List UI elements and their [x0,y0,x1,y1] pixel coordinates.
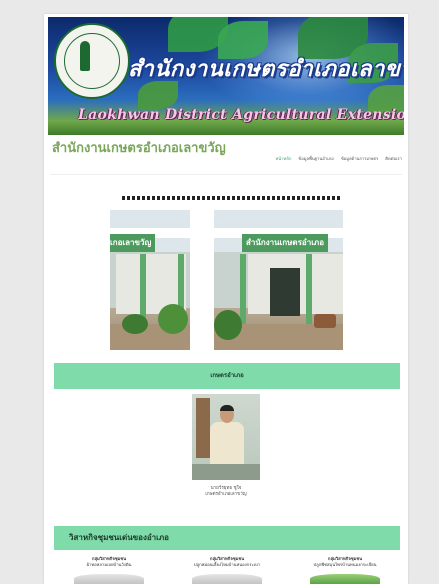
portrait-floor [192,464,260,480]
nav-item-agriculture-info[interactable]: ข้อมูลด้านการเกษตร [341,155,378,162]
banner-thai-title: สำนักงานเกษตรอำเภอเลาขวัญ [128,56,404,82]
photo-bench [314,314,336,328]
section-header-officer: เกษตรอำเภอ [54,363,400,389]
section-title-officer: เกษตรอำเภอ [210,372,244,379]
site-title[interactable]: สำนักงานเกษตรอำเภอเลาขวัญ [52,137,226,158]
enterprise-name: ปลูกพืชสมุนไพรบ้านหนองกระเจียน [313,562,377,567]
main-nav: หน้าหลัก ข้อมูลพื้นฐานอำเภอ ข้อมูลด้านกา… [276,155,402,162]
portrait-background-flag [196,398,210,458]
photo-pillar [306,254,312,324]
enterprise-item[interactable]: กลุ่มวิสาหกิจชุมชน ปลูกพืชสมุนไพรบ้านหนอ… [290,556,400,584]
enterprise-name: ปลูกหม่อนเลี้ยงไหมบ้านหนองกระเบา [193,562,261,567]
logo-figure [80,41,90,71]
office-sign-right: สำนักงานเกษตรอำเภอ [242,234,329,252]
office-sign-left: เกอเลาขวัญ [110,234,156,252]
enterprise-thumbnail [310,574,380,584]
enterprise-item[interactable]: กลุ่มวิสาหกิจชุมชน ผ้าทอหลามเลยบ้านวังดิ… [54,556,164,584]
nav-item-home[interactable]: หน้าหลัก [276,155,292,162]
nav-item-contact[interactable]: ติดต่อเรา [385,155,402,162]
enterprise-item[interactable]: กลุ่มวิสาหกิจชุมชน ปลูกหม่อนเลี้ยงไหมบ้า… [172,556,282,584]
slider-photo-left: เกอเลาขวัญ [110,210,190,350]
photo-pillar [140,254,146,324]
logo-ring [64,33,120,89]
slider-photo-right: สำนักงานเกษตรอำเภอ [214,210,343,350]
photo-bush [214,310,242,340]
enterprise-name: ผ้าทอหลามเลยบ้านวังดิน [86,562,132,567]
header-divider [50,174,402,175]
enterprise-thumbnail [192,574,262,584]
photo-door [270,268,300,316]
section-title-enterprises: วิสาหกิจชุมชนเด่นของอำเภอ [69,533,169,542]
photo-bush [158,304,188,334]
page: สำนักงานเกษตรอำเภอเลาขวัญ Laokhwan Distr… [44,14,408,584]
enterprise-thumbnail [74,574,144,584]
officer-caption: นายวีรยุทธ ชูใจ เกษตรอำเภอเลาขวัญ [154,486,298,498]
section-header-enterprises: วิสาหกิจชุมชนเด่นของอำเภอ [54,526,400,550]
department-logo [54,23,130,99]
portrait-hair [220,405,234,411]
nav-item-district-info[interactable]: ข้อมูลพื้นฐานอำเภอ [298,155,333,162]
enterprise-list: กลุ่มวิสาหกิจชุมชน ผ้าทอหลามเลยบ้านวังดิ… [54,556,400,584]
slider-pagination[interactable] [122,196,342,200]
photo-pillar [240,254,246,324]
header-banner: สำนักงานเกษตรอำเภอเลาขวัญ Laokhwan Distr… [48,17,404,135]
banner-english-title: Laokhwan District Agricultural Extension… [78,107,404,123]
photo-bush [122,314,148,334]
officer-position: เกษตรอำเภอเลาขวัญ [205,492,247,497]
officer-portrait [192,394,260,480]
image-slider[interactable]: เกอเลาขวัญ สำนักงานเกษตรอำเภอ [110,182,343,352]
